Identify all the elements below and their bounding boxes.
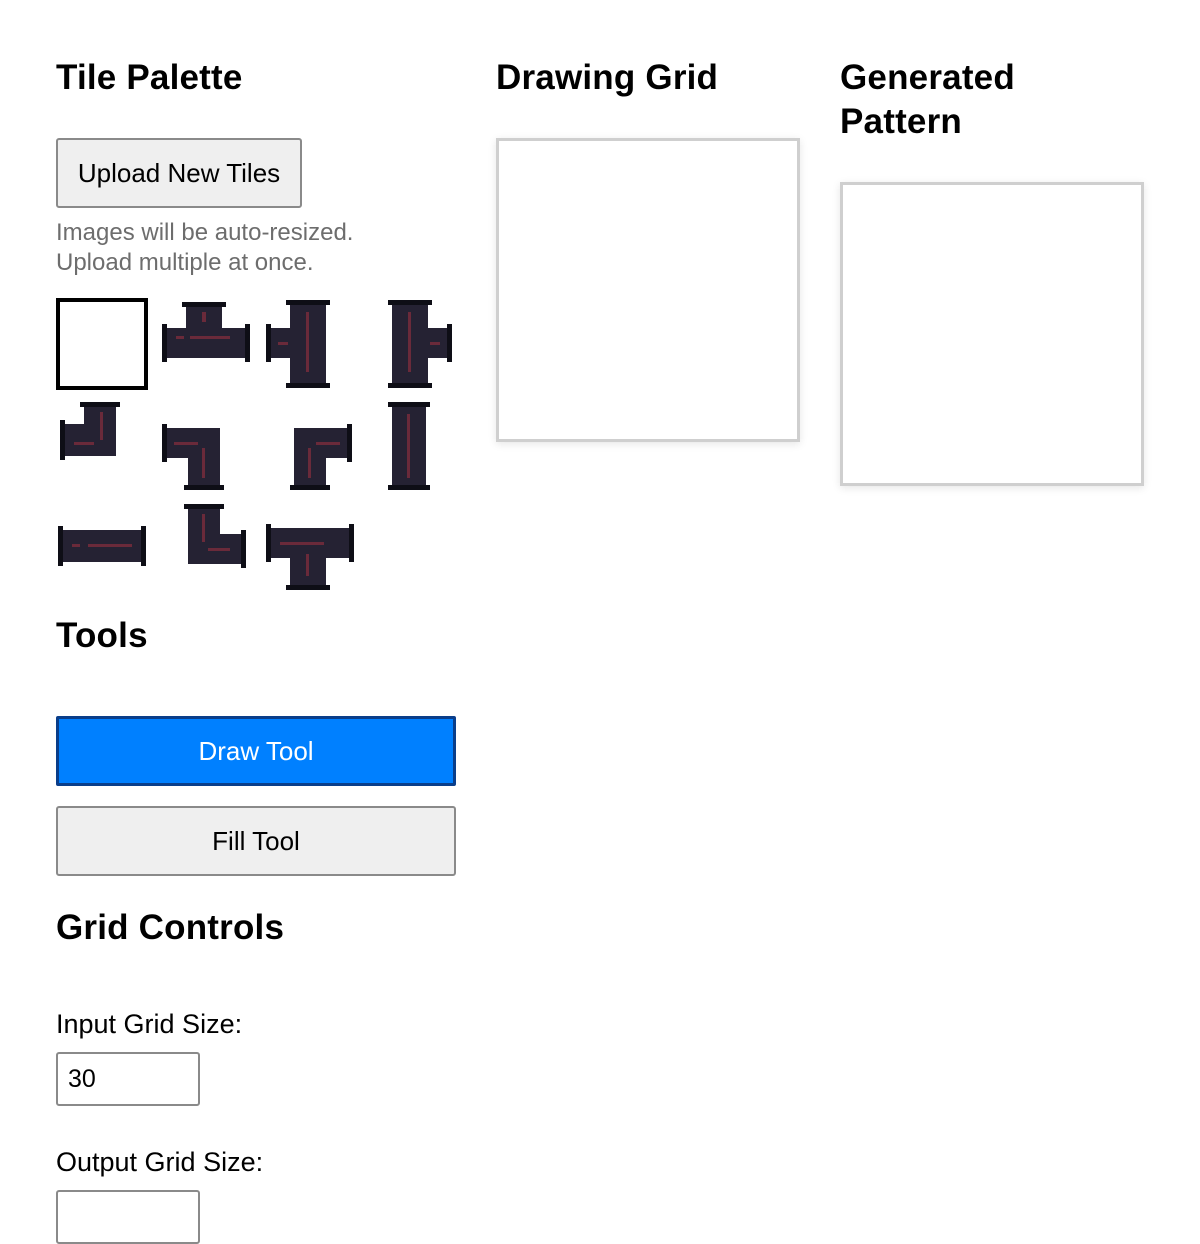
pipe-tee-right-icon: [388, 300, 452, 388]
pipe-elbow-up-right-icon: [184, 504, 246, 568]
drawing-grid-canvas[interactable]: [496, 138, 800, 442]
pipe-tee-down-icon: [266, 524, 354, 590]
pipe-straight-horizontal-icon: [58, 526, 146, 566]
tile-pipe-elbow-left-down[interactable]: [160, 402, 252, 494]
tile-pipe-tee-down[interactable]: [264, 504, 356, 596]
upload-hint-line-2: Upload multiple at once.: [56, 249, 314, 276]
pipe-tee-left-icon: [266, 300, 330, 388]
pipe-straight-vertical-icon: [388, 402, 430, 490]
tile-pipe-straight-vertical[interactable]: [386, 402, 478, 494]
pipe-elbow-left-up-icon: [60, 402, 120, 460]
tools-heading: Tools: [56, 616, 148, 655]
upload-hint: Images will be auto-resized. Upload mult…: [56, 218, 353, 278]
output-grid-size-field[interactable]: [56, 1190, 200, 1244]
generated-pattern-heading-line-2: Pattern: [840, 102, 962, 141]
drawing-grid-heading: Drawing Grid: [496, 58, 719, 97]
pipe-elbow-right-down-icon: [290, 424, 352, 490]
tile-pipe-elbow-up-right[interactable]: [182, 504, 274, 596]
generated-pattern-canvas: [840, 182, 1144, 486]
upload-tiles-button[interactable]: Upload New Tiles: [56, 138, 302, 208]
pipe-tee-up-icon: [162, 302, 250, 362]
draw-tool-button[interactable]: Draw Tool: [56, 716, 456, 786]
grid-controls-heading: Grid Controls: [56, 908, 285, 947]
tile-pipe-tee-right[interactable]: [386, 298, 478, 390]
tile-pipe-elbow-right-down[interactable]: [286, 402, 378, 494]
input-grid-size-label: Input Grid Size:: [56, 1009, 243, 1039]
tile-pipe-elbow-left-up[interactable]: [56, 402, 148, 494]
tile-pipe-tee-up[interactable]: [160, 298, 252, 390]
tile-palette-heading: Tile Palette: [56, 58, 243, 97]
input-grid-size-field[interactable]: [56, 1052, 200, 1106]
upload-hint-line-1: Images will be auto-resized.: [56, 219, 354, 246]
tile-pipe-straight-horizontal[interactable]: [56, 504, 148, 596]
fill-tool-button[interactable]: Fill Tool: [56, 806, 456, 876]
tile-palette: [56, 298, 456, 594]
tile-pipe-tee-left[interactable]: [264, 298, 356, 390]
output-grid-size-label: Output Grid Size:: [56, 1147, 264, 1177]
generated-pattern-heading: Generated Pattern: [840, 56, 1144, 144]
generated-pattern-heading-line-1: Generated: [840, 58, 1015, 97]
tile-empty[interactable]: [56, 298, 148, 390]
pipe-elbow-left-down-icon: [162, 424, 224, 490]
